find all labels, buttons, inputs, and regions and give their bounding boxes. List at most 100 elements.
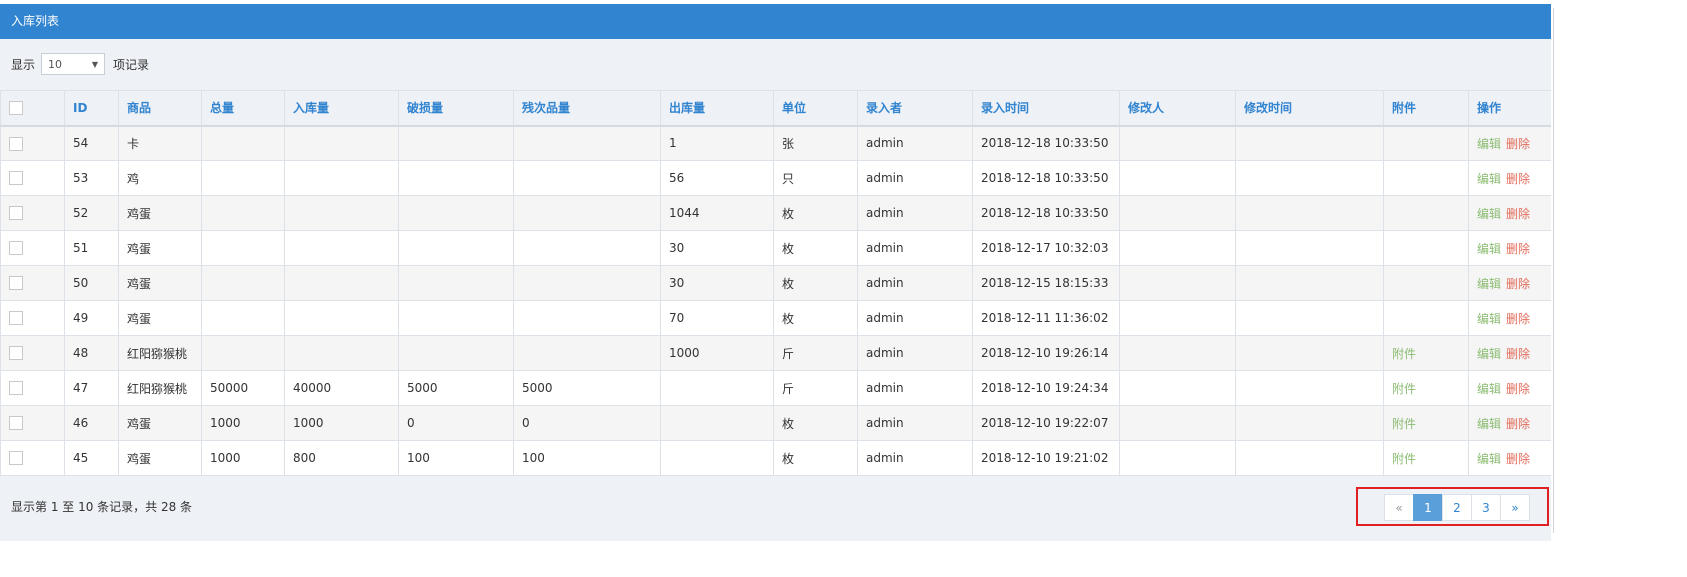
cell-modifier — [1119, 125, 1236, 161]
cell-creator: admin — [857, 440, 973, 476]
cell-in-qty — [284, 335, 399, 371]
cell-attachment — [1383, 300, 1469, 336]
header-modifier[interactable]: 修改人 — [1119, 90, 1236, 127]
cell-attachment — [1383, 230, 1469, 266]
delete-link[interactable]: 删除 — [1506, 172, 1530, 186]
delete-link[interactable]: 删除 — [1506, 242, 1530, 256]
row-checkbox[interactable] — [9, 276, 23, 291]
edit-link[interactable]: 编辑 — [1477, 137, 1501, 151]
edit-link[interactable]: 编辑 — [1477, 382, 1501, 396]
cell-unit: 只 — [773, 160, 858, 196]
row-select-cell — [0, 265, 65, 301]
edit-link[interactable]: 编辑 — [1477, 417, 1501, 431]
row-checkbox[interactable] — [9, 241, 23, 256]
cell-id: 48 — [64, 335, 119, 371]
cell-modifier — [1119, 195, 1236, 231]
table-row[interactable]: 51 鸡蛋 30 枚 admin 2018-12-17 10:32:03 编辑 删除 — [0, 230, 1552, 266]
page-button[interactable]: 1 — [1413, 494, 1443, 521]
delete-link[interactable]: 删除 — [1506, 312, 1530, 326]
row-checkbox[interactable] — [9, 136, 23, 151]
table-row[interactable]: 53 鸡 56 只 admin 2018-12-18 10:33:50 编辑 删除 — [0, 160, 1552, 196]
row-checkbox[interactable] — [9, 416, 23, 431]
attachment-link[interactable]: 附件 — [1392, 347, 1416, 361]
cell-attachment: 附件 — [1383, 370, 1469, 406]
header-in-qty[interactable]: 入库量 — [284, 90, 399, 127]
edit-link[interactable]: 编辑 — [1477, 312, 1501, 326]
header-unit[interactable]: 单位 — [773, 90, 858, 127]
header-out-qty[interactable]: 出库量 — [660, 90, 774, 127]
cell-total — [201, 300, 285, 336]
cell-defective — [513, 335, 661, 371]
edit-link[interactable]: 编辑 — [1477, 242, 1501, 256]
cell-out-qty: 30 — [660, 230, 774, 266]
header-defective[interactable]: 残次品量 — [513, 90, 661, 127]
header-creator[interactable]: 录入者 — [857, 90, 973, 127]
cell-total — [201, 265, 285, 301]
cell-damaged — [398, 195, 514, 231]
page-length-select[interactable]: 10 ▼ — [41, 53, 106, 75]
table-row[interactable]: 50 鸡蛋 30 枚 admin 2018-12-15 18:15:33 编辑 删除 — [0, 265, 1552, 301]
attachment-link[interactable]: 附件 — [1392, 452, 1416, 466]
cell-product: 鸡蛋 — [118, 265, 202, 301]
delete-link[interactable]: 删除 — [1506, 347, 1530, 361]
cell-defective — [513, 160, 661, 196]
header-modified-at[interactable]: 修改时间 — [1235, 90, 1384, 127]
cell-unit: 枚 — [773, 265, 858, 301]
next-page-button[interactable]: » — [1500, 494, 1530, 521]
cell-out-qty: 1000 — [660, 335, 774, 371]
table-row[interactable]: 48 红阳猕猴桃 1000 斤 admin 2018-12-10 19:26:14 附件 编辑… — [0, 335, 1552, 371]
table-row[interactable]: 45 鸡蛋 1000 800 100 100 枚 admin 2018-12-10 19:21:… — [0, 440, 1552, 476]
cell-damaged — [398, 160, 514, 196]
edit-link[interactable]: 编辑 — [1477, 347, 1501, 361]
row-checkbox[interactable] — [9, 381, 23, 396]
edit-link[interactable]: 编辑 — [1477, 207, 1501, 221]
table-row[interactable]: 52 鸡蛋 1044 枚 admin 2018-12-18 10:33:50 编辑 删除 — [0, 195, 1552, 231]
edit-link[interactable]: 编辑 — [1477, 172, 1501, 186]
cell-creator: admin — [857, 335, 973, 371]
select-all-checkbox[interactable] — [9, 101, 23, 115]
header-created-at[interactable]: 录入时间 — [972, 90, 1120, 127]
row-checkbox[interactable] — [9, 311, 23, 326]
table-row[interactable]: 47 红阳猕猴桃 50000 40000 5000 5000 斤 admin 2018-12-1… — [0, 370, 1552, 406]
edit-link[interactable]: 编辑 — [1477, 277, 1501, 291]
table-row[interactable]: 54 卡 1 张 admin 2018-12-18 10:33:50 编辑 删除 — [0, 125, 1552, 161]
delete-link[interactable]: 删除 — [1506, 417, 1530, 431]
table-info: 显示第 1 至 10 条记录，共 28 条 — [11, 500, 193, 514]
table-header-row: ID 商品 总量 入库量 破损量 残次品量 出库量 单位 录入者 录入时间 修改… — [0, 90, 1552, 127]
attachment-link[interactable]: 附件 — [1392, 382, 1416, 396]
row-select-cell — [0, 405, 65, 441]
row-select-cell — [0, 195, 65, 231]
cell-created-at: 2018-12-10 19:24:34 — [972, 370, 1120, 406]
cell-product: 卡 — [118, 125, 202, 161]
header-product[interactable]: 商品 — [118, 90, 202, 127]
cell-created-at: 2018-12-10 19:21:02 — [972, 440, 1120, 476]
cell-unit: 枚 — [773, 195, 858, 231]
row-checkbox[interactable] — [9, 206, 23, 221]
delete-link[interactable]: 删除 — [1506, 382, 1530, 396]
delete-link[interactable]: 删除 — [1506, 277, 1530, 291]
edit-link[interactable]: 编辑 — [1477, 452, 1501, 466]
header-id[interactable]: ID — [64, 90, 119, 127]
page-button[interactable]: 2 — [1442, 494, 1472, 521]
attachment-link[interactable]: 附件 — [1392, 417, 1416, 431]
delete-link[interactable]: 删除 — [1506, 207, 1530, 221]
cell-modifier — [1119, 230, 1236, 266]
cell-actions: 编辑 删除 — [1468, 125, 1552, 161]
inbound-panel: 入库列表 显示 10 ▼ 项记录 ID 商品 总量 入库量 破损量 残次品量 出… — [0, 4, 1552, 541]
row-checkbox[interactable] — [9, 451, 23, 466]
row-checkbox[interactable] — [9, 346, 23, 361]
delete-link[interactable]: 删除 — [1506, 137, 1530, 151]
cell-unit: 枚 — [773, 440, 858, 476]
table-row[interactable]: 49 鸡蛋 70 枚 admin 2018-12-11 11:36:02 编辑 删除 — [0, 300, 1552, 336]
delete-link[interactable]: 删除 — [1506, 452, 1530, 466]
header-attachment[interactable]: 附件 — [1383, 90, 1469, 127]
header-total[interactable]: 总量 — [201, 90, 285, 127]
length-suffix: 项记录 — [113, 57, 150, 72]
prev-page-button[interactable]: « — [1384, 494, 1414, 521]
header-damaged[interactable]: 破损量 — [398, 90, 514, 127]
row-checkbox[interactable] — [9, 171, 23, 186]
table-row[interactable]: 46 鸡蛋 1000 1000 0 0 枚 admin 2018-12-10 19:22:07 附… — [0, 405, 1552, 441]
cell-created-at: 2018-12-11 11:36:02 — [972, 300, 1120, 336]
cell-modifier — [1119, 440, 1236, 476]
page-button[interactable]: 3 — [1471, 494, 1501, 521]
